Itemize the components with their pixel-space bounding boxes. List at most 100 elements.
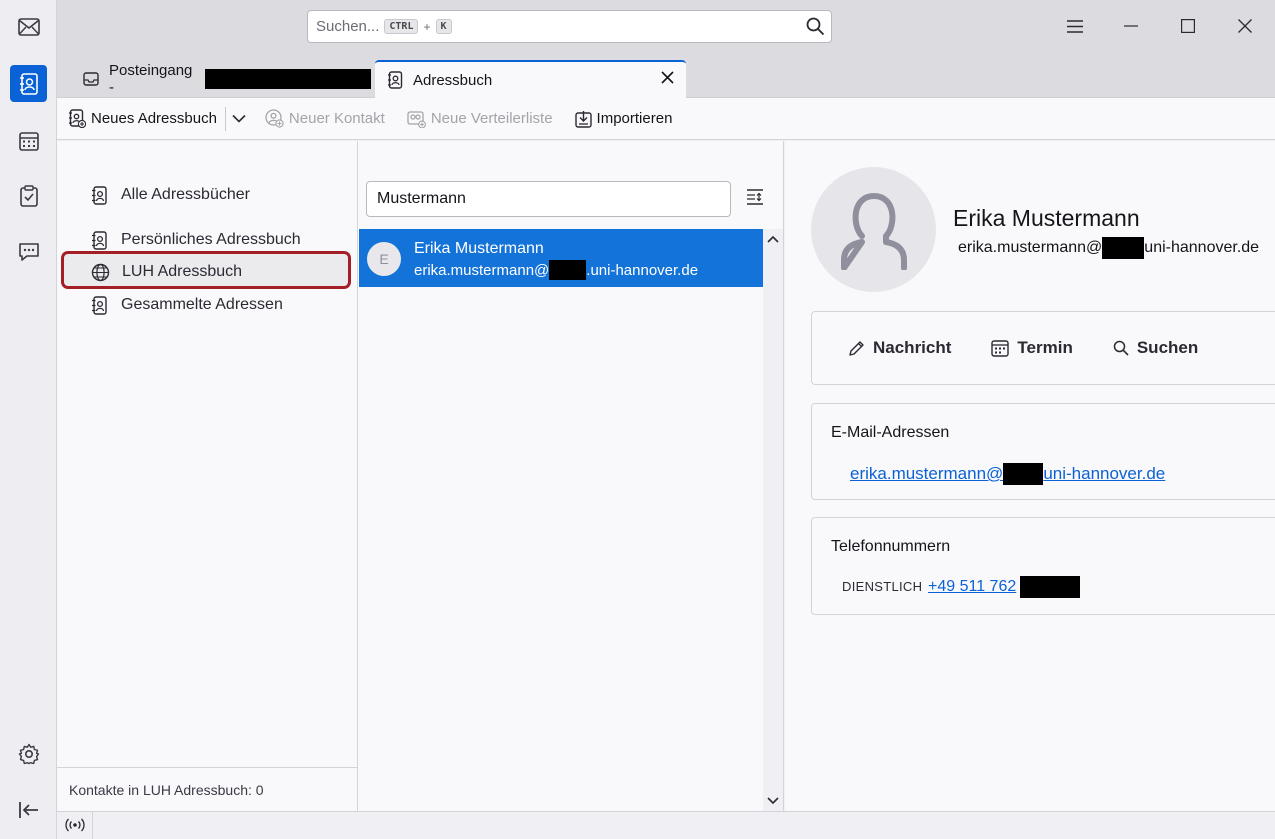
chevron-down-icon[interactable] bbox=[767, 797, 779, 805]
tasks-icon bbox=[19, 184, 38, 207]
email-link-suffix: uni-hannover.de bbox=[1043, 464, 1166, 483]
window-close-button[interactable] bbox=[1233, 14, 1257, 38]
online-status-icon[interactable] bbox=[65, 818, 85, 832]
collapse-spaces-button[interactable] bbox=[10, 791, 47, 828]
address-book-icon bbox=[91, 185, 109, 205]
book-item-luh[interactable]: LUH Adressbuch bbox=[91, 260, 242, 284]
tab-inbox-label: Posteingang - bbox=[109, 62, 193, 96]
new-address-book-label: Neues Adressbuch bbox=[91, 110, 217, 127]
avatar: E bbox=[367, 242, 401, 276]
redaction-box bbox=[1003, 463, 1044, 485]
phone-section-title: Telefonnummern bbox=[831, 538, 951, 555]
globe-icon bbox=[91, 263, 110, 282]
minimize-icon bbox=[1124, 25, 1138, 27]
address-book-space-button[interactable] bbox=[10, 65, 47, 102]
book-item-label: Gesammelte Adressen bbox=[121, 296, 283, 313]
new-address-book-button[interactable]: Neues Adressbuch bbox=[68, 104, 217, 134]
redaction-box bbox=[1020, 576, 1081, 598]
email-link-prefix: erika.mustermann@ bbox=[850, 464, 1004, 483]
search-icon[interactable] bbox=[806, 17, 825, 36]
hamburger-icon bbox=[1067, 19, 1083, 33]
person-icon bbox=[840, 190, 908, 270]
redaction-box bbox=[549, 260, 587, 280]
app-menu-button[interactable] bbox=[1063, 14, 1087, 38]
search-placeholder: Suchen... bbox=[316, 18, 380, 35]
phone-numbers-section: Telefonnummern DIENSTLICH +49 511 762 bbox=[811, 517, 1275, 615]
tab-address-book[interactable]: Adressbuch bbox=[375, 60, 686, 98]
settings-button[interactable] bbox=[10, 735, 47, 772]
shortcut-k-key: K bbox=[435, 19, 452, 34]
toolbar-separator bbox=[224, 106, 226, 131]
chat-space-button[interactable] bbox=[10, 233, 47, 270]
address-book-toolbar: Neues Adressbuch Neuer Kontakt Neue Vert… bbox=[57, 98, 1275, 140]
phone-number-link[interactable]: +49 511 762 bbox=[928, 576, 1081, 598]
tab-close-icon[interactable] bbox=[661, 71, 674, 84]
list-view-options-button[interactable] bbox=[746, 188, 764, 206]
redaction-box bbox=[205, 69, 371, 89]
email-prefix: erika.mustermann@ bbox=[958, 239, 1103, 256]
email-suffix: uni-hannover.de bbox=[1144, 239, 1260, 256]
contact-name: Erika Mustermann bbox=[414, 240, 544, 257]
book-item-label: Alle Adressbücher bbox=[121, 186, 250, 203]
titlebar: Suchen... CTRL + K bbox=[57, 0, 1275, 52]
new-address-book-dropdown[interactable] bbox=[232, 104, 246, 134]
new-list-button[interactable]: Neue Verteilerliste bbox=[407, 104, 553, 134]
contact-email-suffix: .uni-hannover.de bbox=[586, 261, 699, 279]
import-label: Importieren bbox=[596, 110, 673, 127]
tab-bar: Posteingang - Adressbuch bbox=[57, 52, 1275, 98]
tasks-space-button[interactable] bbox=[10, 177, 47, 214]
address-books-pane: Alle Adressbücher Persönliches Adressbuc… bbox=[57, 141, 358, 811]
settings-icon bbox=[18, 743, 40, 765]
email-section-title: E-Mail-Adressen bbox=[831, 424, 950, 441]
contact-primary-email: erika.mustermann@ uni-hannover.de bbox=[958, 237, 1259, 259]
calendar-space-button[interactable] bbox=[10, 122, 47, 159]
contact-email: erika.mustermann@ .uni-hannover.de bbox=[414, 260, 698, 280]
new-address-book-icon bbox=[68, 109, 86, 128]
new-contact-button[interactable]: Neuer Kontakt bbox=[265, 104, 385, 134]
calendar-icon bbox=[18, 131, 39, 151]
import-button[interactable]: Importieren bbox=[574, 104, 673, 134]
contact-actions: Nachricht Termin Suchen bbox=[811, 311, 1275, 385]
search-messages-button[interactable]: Suchen bbox=[1113, 338, 1198, 358]
address-book-icon bbox=[387, 71, 403, 89]
inbox-icon bbox=[83, 71, 99, 87]
tab-inbox[interactable]: Posteingang - bbox=[71, 60, 371, 98]
new-list-icon bbox=[407, 110, 426, 128]
chevron-up-icon[interactable] bbox=[767, 235, 779, 243]
phone-type-label: DIENSTLICH bbox=[842, 579, 923, 594]
maximize-icon bbox=[1181, 19, 1195, 33]
calendar-icon bbox=[991, 339, 1010, 357]
import-icon bbox=[574, 110, 592, 128]
email-address-link[interactable]: erika.mustermann@ uni-hannover.de bbox=[850, 463, 1165, 485]
tab-address-book-label: Adressbuch bbox=[413, 71, 493, 89]
book-item-personal[interactable]: Persönliches Adressbuch bbox=[91, 228, 301, 252]
status-separator bbox=[92, 812, 93, 839]
contact-list-item[interactable]: E Erika Mustermann erika.mustermann@ .un… bbox=[359, 229, 763, 287]
status-bar bbox=[57, 811, 1275, 839]
global-search-input[interactable]: Suchen... CTRL + K bbox=[307, 10, 832, 43]
collapse-icon bbox=[18, 801, 40, 819]
book-item-all[interactable]: Alle Adressbücher bbox=[91, 183, 250, 207]
minimize-button[interactable] bbox=[1119, 14, 1143, 38]
maximize-button[interactable] bbox=[1176, 14, 1200, 38]
chevron-down-icon bbox=[232, 114, 246, 123]
search-icon bbox=[1113, 340, 1129, 356]
write-message-label: Nachricht bbox=[873, 338, 952, 357]
contact-search-input[interactable]: Mustermann bbox=[366, 181, 731, 217]
create-event-button[interactable]: Termin bbox=[991, 338, 1073, 358]
close-icon bbox=[1238, 19, 1252, 33]
chat-icon bbox=[18, 242, 40, 262]
contact-email-prefix: erika.mustermann@ bbox=[414, 261, 550, 279]
mail-space-button[interactable] bbox=[10, 8, 47, 45]
cards-pane: Mustermann E Erika Mustermann erika.must… bbox=[358, 141, 784, 811]
book-item-label: LUH Adressbuch bbox=[122, 263, 243, 280]
phone-number-text: +49 511 762 bbox=[928, 578, 1017, 595]
new-contact-label: Neuer Kontakt bbox=[288, 110, 385, 127]
book-item-collected[interactable]: Gesammelte Adressen bbox=[91, 293, 283, 317]
list-options-icon bbox=[746, 188, 764, 206]
email-addresses-section: E-Mail-Adressen erika.mustermann@ uni-ha… bbox=[811, 403, 1275, 500]
cards-scrollbar[interactable] bbox=[763, 229, 783, 811]
write-message-button[interactable]: Nachricht bbox=[848, 338, 951, 358]
search-messages-label: Suchen bbox=[1136, 338, 1199, 357]
contact-details-pane: Erika Mustermann erika.mustermann@ uni-h… bbox=[785, 141, 1275, 811]
